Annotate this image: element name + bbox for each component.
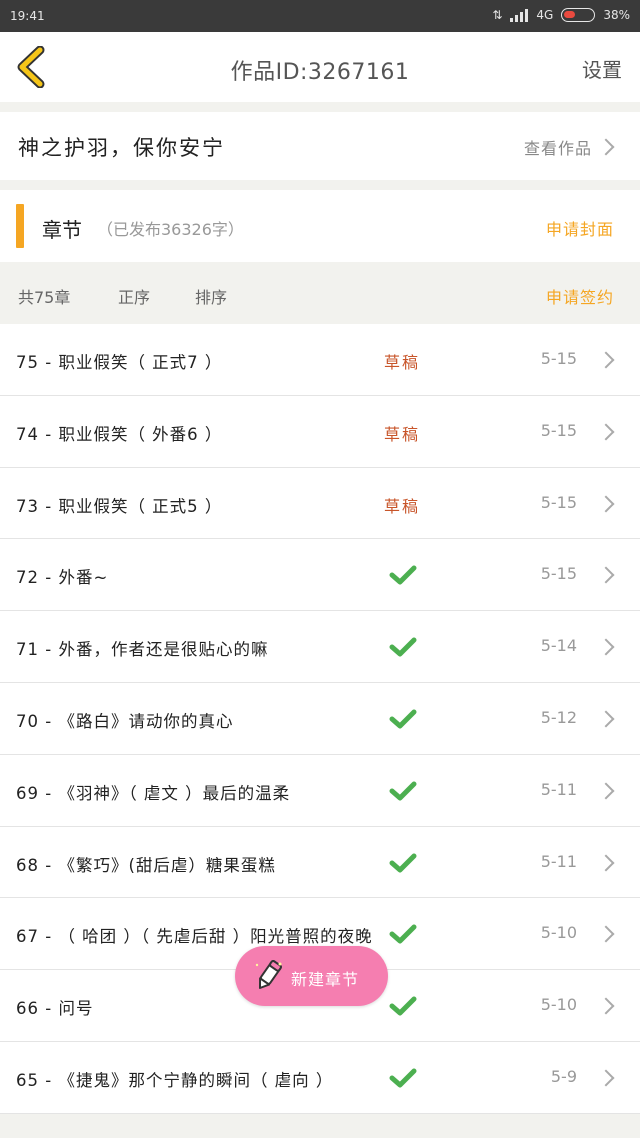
battery-percent: 38% [603,8,630,22]
published-word-count: （已发布36326字） [97,220,244,239]
published-check-icon [389,996,417,1016]
settings-button[interactable]: 设置 [582,54,622,83]
signal-icon [510,8,529,22]
chevron-right-icon [597,638,615,656]
chapter-row[interactable]: 74 - 职业假笑（ 外番6 ） 草稿 5-15 [0,395,640,468]
chevron-right-icon [597,782,615,800]
chapter-toolbar: 共75章 正序 排序 申请签约 [0,262,640,324]
view-work-link[interactable]: 查看作品 [524,135,592,159]
chapter-row[interactable]: 68 - 《繁巧》(甜后虐）糖果蛋糕 5-11 [0,826,640,899]
battery-level [564,11,576,18]
chapter-date: 5-10 [540,923,577,943]
chapter-row[interactable]: 70 - 《路白》请动你的真心 5-12 [0,682,640,755]
chapter-title: 73 - 职业假笑（ 正式5 ） [16,496,223,516]
chapters-title: 章节 [42,218,82,242]
sort-button[interactable]: 排序 [195,284,227,308]
published-check-icon [389,637,417,657]
status-icons: ⇅ 4G 38% [492,8,630,22]
chevron-right-icon [597,138,615,156]
published-check-icon [389,853,417,873]
new-chapter-label: 新建章节 [291,970,360,989]
published-check-icon [389,781,417,801]
chapter-row[interactable]: 65 - 《捷鬼》那个宁静的瞬间（ 虐向 ） 5-9 [0,1041,640,1114]
published-check-icon [389,565,417,585]
pencil-icon [255,960,282,990]
new-chapter-button[interactable]: 新建章节 [235,946,388,1006]
chapter-title: 70 - 《路白》请动你的真心 [16,711,234,731]
chevron-right-icon [597,854,615,872]
order-asc-button[interactable]: 正序 [118,284,150,308]
network-type: 4G [536,8,554,22]
chapter-title: 69 - 《羽神》（ 虐文 ）最后的温柔 [16,783,291,803]
section-accent-bar [16,204,24,248]
chapter-title: 66 - 问号 [16,999,94,1019]
chapter-date: 5-15 [540,492,577,512]
chapter-row[interactable]: 71 - 外番，作者还是很贴心的嘛 5-14 [0,611,640,683]
chapter-title: 75 - 职业假笑（ 正式7 ） [16,353,223,372]
chapter-date: 5-9 [550,1066,577,1086]
published-check-icon [389,709,417,729]
draft-status-badge: 草稿 [384,496,421,516]
work-info-row[interactable]: 神之护羽，保你安宁 查看作品 [0,112,640,180]
chapters-header: 章节 （已发布36326字） 申请封面 [0,190,640,262]
chevron-right-icon [597,1069,615,1087]
chevron-right-icon [597,351,615,369]
apply-cover-button[interactable]: 申请封面 [546,216,614,240]
chevron-right-icon [597,566,615,584]
chapter-title: 72 - 外番~ [16,568,109,588]
top-nav: 作品ID:3267161 设置 [0,32,640,102]
work-name: 神之护羽，保你安宁 [18,136,225,160]
chapter-date: 5-10 [540,995,577,1015]
chapter-date: 5-15 [540,564,577,584]
data-transfer-icon: ⇅ [492,8,503,22]
chevron-right-icon [597,423,615,441]
chapter-date: 5-15 [540,349,577,368]
draft-status-badge: 草稿 [384,353,421,372]
status-time: 19:41 [10,9,45,23]
chapter-title: 68 - 《繁巧》(甜后虐）糖果蛋糕 [16,855,276,875]
chapter-title: 74 - 职业假笑（ 外番6 ） [16,424,223,444]
chapter-title: 67 - （ 哈团 ）（ 先虐后甜 ）阳光普照的夜晚 [16,927,373,947]
chapter-date: 5-11 [540,851,577,871]
published-check-icon [389,1068,417,1088]
chevron-right-icon [597,997,615,1015]
chapter-row[interactable]: 72 - 外番~ 5-15 [0,539,640,612]
chevron-right-icon [597,495,615,513]
chapter-title: 71 - 外番，作者还是很贴心的嘛 [16,640,269,660]
battery-icon [561,8,596,22]
chapter-row[interactable]: 75 - 职业假笑（ 正式7 ） 草稿 5-15 [0,324,640,396]
status-bar: 19:41 ⇅ 4G 38% [0,0,640,32]
chapter-date: 5-15 [540,420,577,440]
chapter-row[interactable]: 69 - 《羽神》（ 虐文 ）最后的温柔 5-11 [0,754,640,827]
published-check-icon [389,924,417,944]
chapter-row[interactable]: 73 - 职业假笑（ 正式5 ） 草稿 5-15 [0,467,640,540]
chapter-date: 5-11 [540,779,577,799]
page-title: 作品ID:3267161 [230,60,410,85]
chapter-title: 65 - 《捷鬼》那个宁静的瞬间（ 虐向 ） [16,1070,334,1090]
chapter-date: 5-14 [540,636,577,656]
chapter-date: 5-12 [540,707,577,727]
chapter-count: 共75章 [18,288,71,307]
draft-status-badge: 草稿 [384,424,421,444]
chevron-right-icon [597,710,615,728]
apply-sign-button[interactable]: 申请签约 [546,284,614,308]
chevron-right-icon [597,925,615,943]
